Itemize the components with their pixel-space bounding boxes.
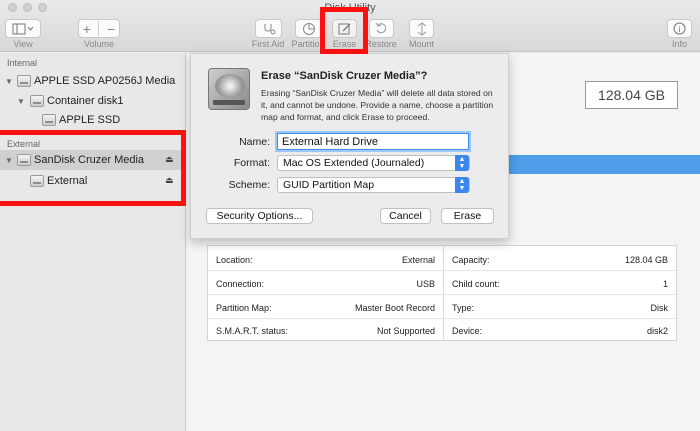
name-label: Name: — [239, 136, 270, 148]
scheme-select[interactable]: GUID Partition Map ▲ ▼ — [277, 177, 470, 193]
internal-disk-icon — [17, 75, 31, 87]
info-table: Location: External Connection: USB Parti… — [207, 245, 677, 341]
disclosure-triangle-icon[interactable]: ▼ — [5, 77, 13, 86]
sidebar-view-icon — [12, 23, 34, 34]
info-value: 128.04 GB — [624, 255, 668, 265]
info-row-child-count: Child count: 1 — [444, 272, 676, 296]
hard-drive-icon — [208, 68, 250, 110]
sidebar-item-apple-ssd-media[interactable]: ▼ APPLE SSD AP0256J Media — [0, 71, 185, 91]
capacity-display: 128.04 GB — [585, 81, 678, 109]
info-row-partition-map: Partition Map: Master Boot Record — [208, 296, 443, 320]
info-value: Master Boot Record — [354, 303, 435, 313]
volume-label: Volume — [83, 39, 115, 49]
svg-text:i: i — [678, 25, 680, 34]
volume-icon — [42, 114, 56, 126]
info-row-smart-status: S.M.A.R.T. status: Not Supported — [208, 319, 443, 343]
sidebar-item-label: Container disk1 — [47, 95, 124, 107]
info-button[interactable]: i — [667, 19, 692, 38]
sidebar-item-label: APPLE SSD AP0256J Media — [34, 75, 176, 87]
dialog-description: Erasing “SanDisk Cruzer Media” will dele… — [261, 88, 494, 122]
sidebar: Internal ▼ APPLE SSD AP0256J Media ▼ Con… — [0, 53, 186, 431]
first-aid-label: First Aid — [251, 39, 285, 49]
info-label: Capacity: — [452, 255, 490, 265]
info-row-capacity: Capacity: 128.04 GB — [444, 248, 676, 272]
view-label: View — [13, 39, 33, 49]
first-aid-button[interactable] — [255, 19, 282, 38]
usage-bar — [509, 155, 700, 174]
volume-button-group: + − — [78, 19, 120, 38]
mount-icon — [417, 21, 426, 36]
restore-button[interactable] — [369, 19, 394, 38]
add-volume-icon[interactable]: + — [83, 21, 91, 37]
pie-partition-icon — [302, 22, 315, 35]
external-disk-highlight-box — [0, 130, 186, 206]
info-value: USB — [416, 279, 435, 289]
info-label: Connection: — [216, 279, 265, 289]
sidebar-item-label: APPLE SSD — [59, 114, 121, 126]
info-label: Child count: — [452, 279, 500, 289]
info-row-type: Type: Disk — [444, 296, 676, 320]
info-row-device: Device: disk2 — [444, 319, 676, 343]
info-label: Device: — [452, 326, 483, 336]
info-row-location: Location: External — [208, 248, 443, 272]
security-options-button[interactable]: Security Options... — [206, 208, 313, 224]
info-label: Partition Map: — [216, 303, 272, 313]
volume-divider — [98, 21, 100, 36]
erase-highlight-box — [320, 7, 368, 54]
sidebar-header-internal: Internal — [7, 58, 38, 68]
info-label: Type: — [452, 303, 475, 313]
dialog-title: Erase “SanDisk Cruzer Media”? — [261, 70, 428, 82]
info-label: Location: — [216, 255, 253, 265]
info-value: External — [401, 255, 435, 265]
sidebar-item-apple-ssd[interactable]: APPLE SSD — [0, 110, 185, 130]
scheme-select-value: GUID Partition Map — [283, 179, 375, 191]
remove-volume-icon[interactable]: − — [107, 21, 115, 37]
name-input[interactable]: External Hard Drive — [277, 133, 469, 150]
container-icon — [30, 95, 44, 107]
mount-label: Mount — [408, 39, 434, 49]
sidebar-item-container[interactable]: ▼ Container disk1 — [0, 91, 185, 111]
info-value: Disk — [650, 303, 669, 313]
erase-confirm-button[interactable]: Erase — [441, 208, 494, 224]
format-select[interactable]: Mac OS Extended (Journaled) ▲ ▼ — [277, 155, 470, 171]
stethoscope-icon — [264, 23, 275, 34]
info-label: Info — [671, 39, 687, 49]
info-label: S.M.A.R.T. status: — [216, 326, 289, 336]
restore-arrow-icon — [375, 22, 387, 34]
format-label: Format: — [233, 157, 270, 169]
select-stepper-icon: ▲ ▼ — [455, 177, 469, 193]
info-value: disk2 — [646, 326, 668, 336]
info-icon: i — [673, 22, 686, 35]
view-button[interactable] — [5, 19, 41, 38]
select-stepper-icon: ▲ ▼ — [455, 155, 469, 171]
scheme-label: Scheme: — [228, 179, 270, 191]
format-select-value: Mac OS Extended (Journaled) — [283, 157, 425, 169]
disclosure-triangle-icon[interactable]: ▼ — [17, 97, 25, 106]
mount-button[interactable] — [409, 19, 434, 38]
info-row-connection: Connection: USB — [208, 272, 443, 296]
info-value: Not Supported — [376, 326, 435, 336]
cancel-button[interactable]: Cancel — [380, 208, 431, 224]
info-value: 1 — [662, 279, 668, 289]
partition-button[interactable] — [295, 19, 322, 38]
